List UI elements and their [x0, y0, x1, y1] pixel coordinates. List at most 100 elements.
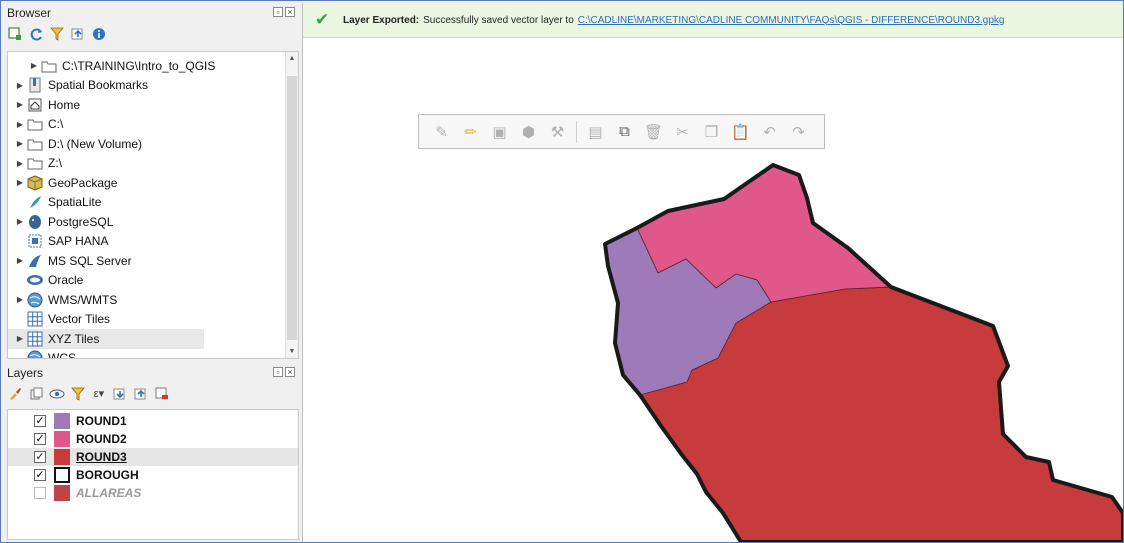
layer-symbol-swatch[interactable]: [54, 467, 70, 483]
message-bar: ✔ Layer Exported: Successfully saved vec…: [303, 3, 1123, 38]
message-title: Layer Exported:: [343, 14, 420, 26]
browser-scrollbar[interactable]: ▲ ▼: [285, 52, 298, 358]
scroll-up-icon[interactable]: ▲: [286, 52, 298, 65]
layers-panel: Layers ▫ × ε▾ ✓ ROUND1 ✓ ROUND2 ✓ ROUND3…: [3, 363, 299, 542]
float-panel-icon[interactable]: ▫: [273, 367, 283, 377]
layer-name: BOROUGH: [76, 468, 139, 482]
browser-item-spatialite[interactable]: SpatiaLite: [8, 193, 101, 213]
map-canvas[interactable]: ✔ Layer Exported: Successfully saved vec…: [302, 3, 1123, 542]
expand-arrow-icon[interactable]: ▶: [14, 217, 26, 226]
copy-move-icon[interactable]: ⧉: [614, 121, 635, 142]
expand-arrow-icon[interactable]: ▶: [14, 295, 26, 304]
expression-filter-icon[interactable]: ε▾: [91, 386, 107, 402]
layer-row-round2[interactable]: ✓ ROUND2: [8, 430, 298, 448]
browser-toolbar: [3, 23, 299, 45]
layer-visibility-checkbox[interactable]: ✓: [34, 415, 46, 427]
browser-item-label: MS SQL Server: [48, 253, 132, 268]
info-icon[interactable]: [91, 26, 107, 42]
browser-item-label: Vector Tiles: [48, 312, 111, 327]
layer-symbol-swatch[interactable]: [54, 485, 70, 501]
delete-selected-icon[interactable]: 🗑: [643, 121, 664, 142]
current-edits-icon[interactable]: ✎: [431, 121, 452, 142]
add-feature-icon[interactable]: ⬢: [518, 121, 539, 142]
layer-symbol-swatch[interactable]: [54, 413, 70, 429]
browser-item-geopackage[interactable]: ▶ GeoPackage: [8, 173, 117, 193]
layer-visibility-checkbox[interactable]: ✓: [34, 469, 46, 481]
browser-item-c-training-intro-to-qgis[interactable]: ▶ C:\TRAINING\Intro_to_QGIS: [8, 56, 215, 76]
save-edits-icon[interactable]: ▣: [489, 121, 510, 142]
scrollbar-thumb[interactable]: [287, 76, 297, 340]
expand-arrow-icon[interactable]: ▶: [28, 61, 40, 70]
expand-arrow-icon[interactable]: ▶: [14, 139, 26, 148]
browser-item-xyz-tiles[interactable]: ▶ XYZ Tiles: [8, 329, 204, 349]
spatialite-icon: [26, 194, 44, 210]
expand-arrow-icon[interactable]: ▶: [14, 256, 26, 265]
layer-symbol-swatch[interactable]: [54, 431, 70, 447]
undo-icon[interactable]: ↶: [759, 121, 780, 142]
layers-toolbar: ε▾: [3, 383, 299, 405]
browser-item-c[interactable]: ▶ C:\: [8, 115, 63, 135]
exported-file-link[interactable]: C:\CADLINE\MARKETING\CADLINE COMMUNITY\F…: [578, 15, 1005, 26]
style-brush-icon[interactable]: [7, 386, 23, 402]
browser-item-label: C:\: [48, 117, 64, 132]
globe-icon: [26, 350, 44, 358]
layer-row-round3[interactable]: ✓ ROUND3: [8, 448, 298, 466]
collapse-all-icon[interactable]: [70, 26, 86, 42]
redo-icon[interactable]: ↷: [788, 121, 809, 142]
layers-list: ✓ ROUND1 ✓ ROUND2 ✓ ROUND3 ✓ BOROUGH ALLAREAS: [7, 409, 299, 540]
modify-attributes-icon[interactable]: ▤: [585, 121, 606, 142]
folder-icon: [40, 58, 58, 74]
expand-all-icon[interactable]: [112, 386, 128, 402]
add-layer-icon[interactable]: [7, 26, 23, 42]
filter-icon[interactable]: [49, 26, 65, 42]
browser-item-d-new-volume[interactable]: ▶ D:\ (New Volume): [8, 134, 142, 154]
layer-visibility-checkbox[interactable]: ✓: [34, 451, 46, 463]
copy-features-icon[interactable]: ❐: [701, 121, 722, 142]
add-group-icon[interactable]: [28, 386, 44, 402]
close-panel-icon[interactable]: ×: [285, 367, 295, 377]
expand-arrow-icon[interactable]: ▶: [14, 159, 26, 168]
layer-visibility-checkbox[interactable]: [34, 487, 46, 499]
layer-symbol-swatch[interactable]: [54, 449, 70, 465]
geopackage-icon: [26, 175, 44, 191]
browser-item-sap-hana[interactable]: SAP HANA: [8, 232, 108, 252]
browser-item-home[interactable]: ▶ Home: [8, 95, 80, 115]
float-panel-icon[interactable]: ▫: [273, 7, 283, 17]
browser-item-label: Home: [48, 97, 81, 112]
browser-item-oracle[interactable]: Oracle: [8, 271, 83, 291]
layer-visibility-checkbox[interactable]: ✓: [34, 433, 46, 445]
browser-item-wcs[interactable]: WCS: [8, 349, 76, 359]
browser-panel: Browser ▫ × ▶ C:\TRAINING\Intro_to_QGIS ▶ S…: [3, 3, 299, 361]
expand-arrow-icon[interactable]: ▶: [14, 100, 26, 109]
browser-item-z[interactable]: ▶ Z:\: [8, 154, 62, 174]
browser-item-postgresql[interactable]: ▶ PostgreSQL: [8, 212, 113, 232]
collapse-all-icon[interactable]: [133, 386, 149, 402]
cut-features-icon[interactable]: ✂: [672, 121, 693, 142]
browser-item-spatial-bookmarks[interactable]: ▶ Spatial Bookmarks: [8, 76, 148, 96]
close-panel-icon[interactable]: ×: [285, 7, 295, 17]
postgresql-icon: [26, 214, 44, 230]
vertex-tool-icon[interactable]: ⚒: [547, 121, 568, 142]
layer-row-round1[interactable]: ✓ ROUND1: [8, 412, 298, 430]
refresh-icon[interactable]: [28, 26, 44, 42]
browser-item-label: WMS/WMTS: [48, 292, 118, 307]
expand-arrow-icon[interactable]: ▶: [14, 178, 26, 187]
scroll-down-icon[interactable]: ▼: [286, 345, 298, 358]
layer-row-allareas[interactable]: ALLAREAS: [8, 484, 298, 502]
visibility-eye-icon[interactable]: [49, 386, 65, 402]
expand-arrow-icon[interactable]: ▶: [14, 120, 26, 129]
browser-item-label: Oracle: [48, 273, 84, 288]
paste-features-icon[interactable]: 📋: [730, 121, 751, 142]
filter-legend-icon[interactable]: [70, 386, 86, 402]
browser-item-ms-sql-server[interactable]: ▶ MS SQL Server: [8, 251, 132, 271]
map-svg[interactable]: [303, 3, 1124, 542]
layer-row-borough[interactable]: ✓ BOROUGH: [8, 466, 298, 484]
toggle-editing-icon[interactable]: ✏: [460, 121, 481, 142]
expand-arrow-icon[interactable]: ▶: [14, 81, 26, 90]
browser-item-wms-wmts[interactable]: ▶ WMS/WMTS: [8, 290, 117, 310]
browser-item-vector-tiles[interactable]: Vector Tiles: [8, 310, 110, 330]
message-text: Successfully saved vector layer to: [423, 14, 574, 26]
expand-arrow-icon[interactable]: ▶: [14, 334, 26, 343]
remove-layer-icon[interactable]: [154, 386, 170, 402]
browser-item-label: WCS: [48, 351, 76, 359]
